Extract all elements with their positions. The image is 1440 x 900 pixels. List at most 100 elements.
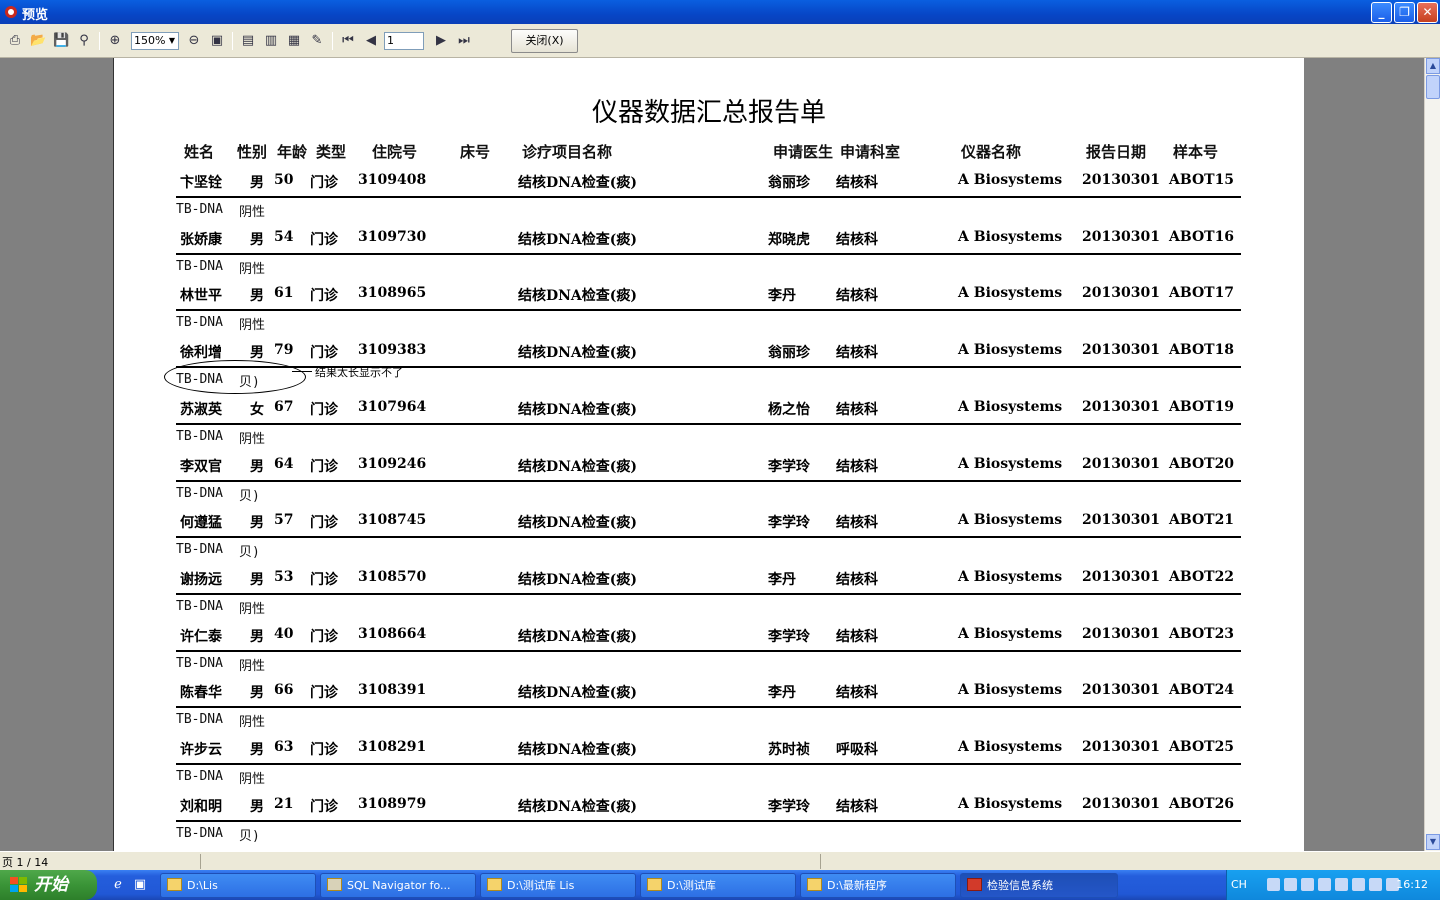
cell-age: 63	[274, 739, 294, 755]
find-icon[interactable]: ⚲	[76, 33, 92, 49]
cell-item: 结核DNA检查(痰)	[518, 742, 638, 758]
task-label: D:\Lis	[187, 879, 218, 892]
report-record: 许步云 男 63 门诊 3108291 结核DNA检查(痰) 苏时祯 呼吸科 A Biosyst…	[114, 625, 1304, 787]
folder-icon	[487, 878, 502, 891]
cell-age: 21	[274, 795, 294, 812]
cell-item: 结核DNA检查(痰)	[518, 798, 638, 815]
result-code: TB-DNA	[176, 769, 223, 784]
scroll-down-button[interactable]: ▼	[1426, 834, 1440, 850]
zoom-select[interactable]: 150% ▼	[131, 32, 179, 50]
cell-instrument: A Biosystems	[958, 795, 1063, 812]
annotation-ellipse	[164, 360, 306, 394]
last-page-icon[interactable]: ⏭	[456, 33, 472, 49]
status-divider	[820, 854, 821, 869]
task-button-lis[interactable]: D:\Lis	[160, 873, 316, 898]
page-number-input[interactable]: 1	[384, 32, 424, 50]
app-icon	[967, 878, 982, 891]
cell-doctor: 苏时祯	[768, 742, 810, 758]
network-icon[interactable]	[1284, 878, 1297, 891]
result-value: 贝)	[239, 828, 260, 844]
cell-type: 门诊	[310, 798, 338, 815]
app-icon	[5, 6, 17, 18]
task-label: SQL Navigator fo...	[347, 879, 451, 892]
multi-page-icon[interactable]: ▥	[263, 33, 279, 49]
cell-doctor: 李学玲	[768, 798, 810, 815]
cell-instrument: A Biosystems	[958, 739, 1063, 755]
zoom-in-icon[interactable]: ⊕	[107, 33, 123, 49]
open-icon[interactable]: 📂	[30, 33, 46, 49]
scroll-thumb[interactable]	[1426, 75, 1440, 99]
report-record: 徐利增男 79 门诊 3109383 结核DNA检查(痰) 翁丽珍 结核科 A Biosyst…	[114, 228, 1304, 390]
cell-sex: 男	[250, 798, 264, 815]
edit-icon[interactable]: ✎	[309, 33, 325, 49]
print-icon[interactable]: ⎙	[7, 33, 23, 49]
report-record: 苏淑英女 67 门诊 3107964 结核DNA检查(痰) 杨之怡 结核科 A Biosyst…	[114, 285, 1304, 447]
desktop-icon[interactable]: ▣	[132, 877, 148, 893]
report-record: 陈春华男 66 门诊 3108391 结核DNA检查(痰) 李丹 结核科 A Biosyste…	[114, 568, 1304, 730]
zoom-out-icon[interactable]: ⊖	[186, 33, 202, 49]
vertical-scrollbar[interactable]: ▲ ▼	[1424, 58, 1440, 851]
sql-navigator-icon	[327, 878, 342, 891]
toolbar-separator	[332, 32, 333, 50]
windows-logo-icon	[10, 877, 27, 892]
task-button-test-lis[interactable]: D:\测试库 Lis	[480, 873, 636, 898]
save-icon[interactable]: 💾	[53, 33, 69, 49]
folder-icon	[647, 878, 662, 891]
cell-type: 门诊	[310, 742, 338, 758]
report-record: 何遵猛男 57 门诊 3108745 结核DNA检查(痰) 李学玲 结核科 A Biosyst…	[114, 398, 1304, 560]
report-page: 仪器数据汇总报告单 姓名 性别 年龄 类型 住院号 床号 诊疗项目名称 申请医生…	[113, 58, 1304, 851]
tray-app-icon[interactable]	[1318, 878, 1331, 891]
row-divider	[176, 763, 1241, 765]
tray-app-icon[interactable]	[1335, 878, 1348, 891]
network-icon[interactable]	[1267, 878, 1280, 891]
title-bar: 预览 _ ❐ ✕	[0, 0, 1440, 24]
language-indicator[interactable]: CH	[1231, 878, 1247, 891]
status-bar: 页 1 / 14	[0, 851, 1440, 870]
minimize-button[interactable]: _	[1371, 2, 1392, 23]
folder-icon	[167, 878, 182, 891]
close-preview-button[interactable]: 关闭(X)	[511, 29, 578, 53]
page-width-icon[interactable]: ▣	[209, 33, 225, 49]
report-record: 谢扬远男 53 门诊 3108570 结核DNA检查(痰) 李丹 结核科 A Biosyste…	[114, 455, 1304, 617]
page-status: 页 1 / 14	[2, 856, 49, 869]
prev-page-icon[interactable]: ◀	[363, 33, 379, 49]
next-page-icon[interactable]: ▶	[433, 33, 449, 49]
report-record: 林世平男 61 门诊 3108965 结核DNA检查(痰) 李丹 结核科 A Biosyste…	[114, 171, 1304, 333]
window-title: 预览	[22, 8, 49, 23]
clock: 16:12	[1396, 878, 1428, 891]
report-record: 许仁泰男 40 门诊 3108664 结核DNA检查(痰) 李学玲 结核科 A Biosyst…	[114, 512, 1304, 674]
start-button[interactable]: 开始	[0, 870, 97, 900]
cell-inpatient-no: 3108979	[358, 795, 427, 812]
toolbar-separator	[99, 32, 100, 50]
cell-name: 刘和明	[180, 798, 222, 815]
report-record: 卞坚铨男 50 门诊 3109408 结核DNA检查(痰) 翁丽珍 结核科 A Biosyst…	[114, 58, 1304, 220]
report-record: 张娇康男 54 门诊 3109730 结核DNA检查(痰) 郑晓虎 结核科 A Biosyst…	[114, 115, 1304, 277]
tray-app-icon[interactable]	[1301, 878, 1314, 891]
first-page-icon[interactable]: ⏮	[340, 33, 356, 49]
report-record: 刘和明 男 21 门诊 3108979 结核DNA检查(痰) 李学玲 结核科 A Biosyst…	[114, 682, 1304, 844]
task-button-lab-system[interactable]: 检验信息系统	[960, 873, 1118, 898]
status-divider	[200, 854, 201, 869]
taskbar: 开始 ℯ ▣ D:\Lis SQL Navigator fo... D:\测试库…	[0, 870, 1440, 900]
scroll-up-button[interactable]: ▲	[1426, 58, 1440, 74]
cell-inpatient-no: 3108291	[358, 739, 427, 755]
cell-date: 20130301	[1082, 739, 1160, 755]
ie-icon[interactable]: ℯ	[110, 877, 126, 893]
single-page-icon[interactable]: ▤	[240, 33, 256, 49]
cell-name: 许步云	[180, 742, 222, 758]
cell-dept: 呼吸科	[836, 742, 878, 758]
tray-app-icon[interactable]	[1352, 878, 1365, 891]
task-button-sql-navigator[interactable]: SQL Navigator fo...	[320, 873, 476, 898]
book-icon[interactable]: ▦	[286, 33, 302, 49]
result-value: 阴性	[239, 772, 266, 787]
task-button-latest[interactable]: D:\最新程序	[800, 873, 956, 898]
restore-button[interactable]: ❐	[1394, 2, 1415, 23]
task-button-test[interactable]: D:\测试库	[640, 873, 796, 898]
tray-app-icon[interactable]	[1369, 878, 1382, 891]
folder-icon	[807, 878, 822, 891]
cell-sex: 男	[250, 742, 264, 758]
zoom-value: 150%	[134, 34, 166, 47]
close-window-button[interactable]: ✕	[1417, 2, 1438, 23]
cell-date: 20130301	[1082, 795, 1160, 812]
cell-sample: ABOT26	[1169, 795, 1235, 812]
